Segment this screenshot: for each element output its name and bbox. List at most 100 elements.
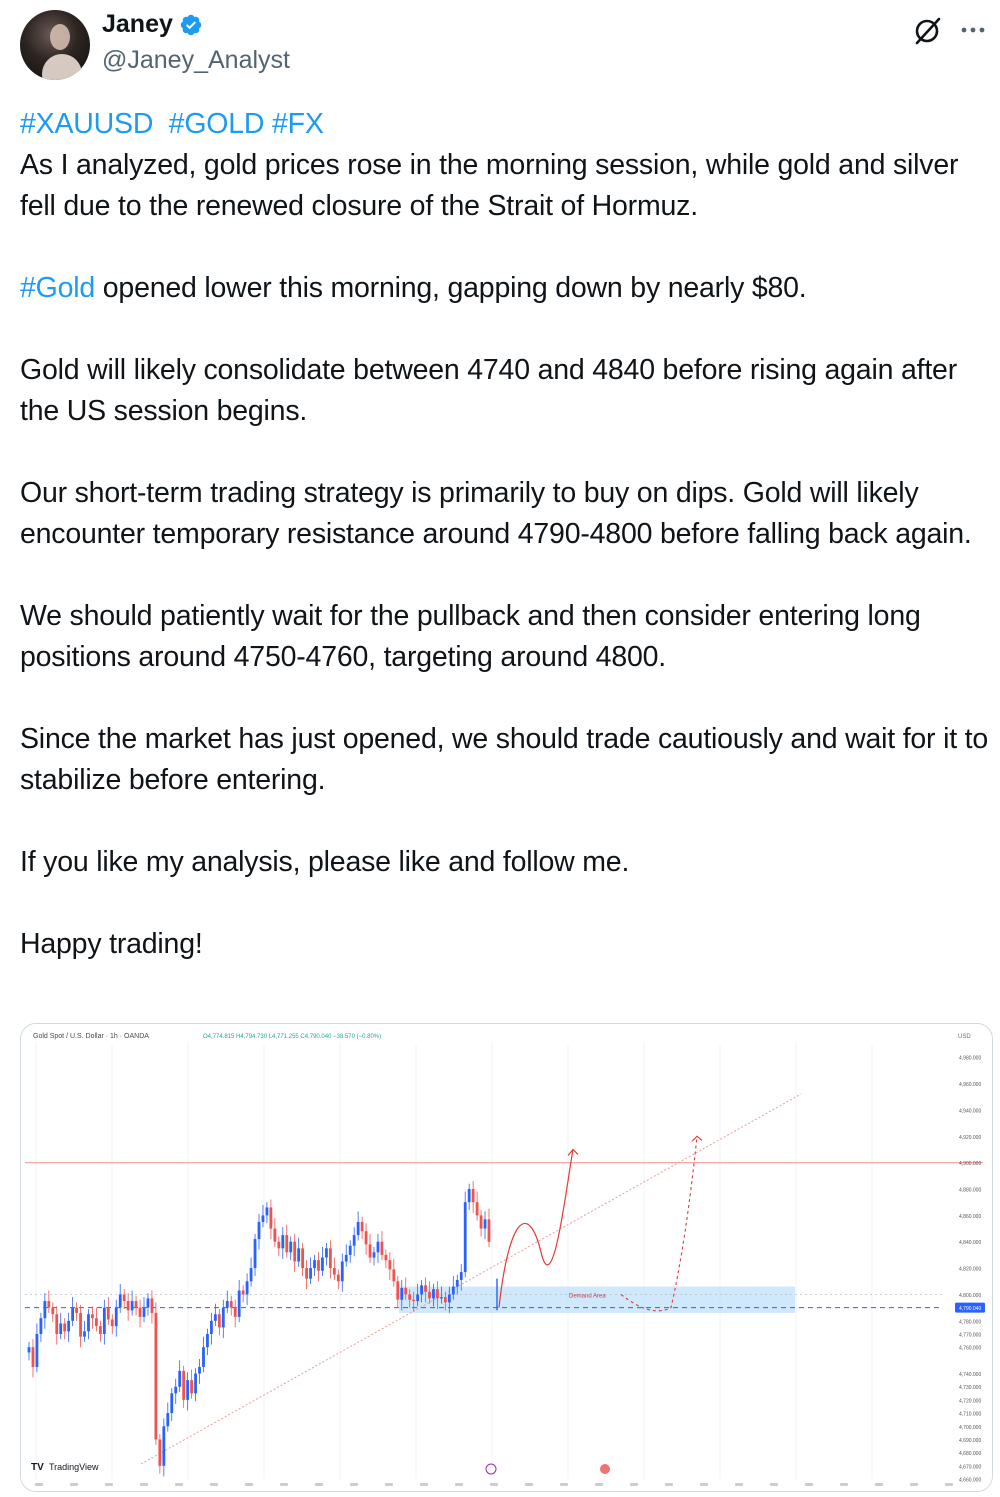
candle-body <box>225 1301 229 1308</box>
candle-body <box>289 1241 293 1253</box>
candle-body <box>305 1268 308 1279</box>
time-tick-mark <box>280 1483 288 1486</box>
candle-body <box>479 1215 483 1229</box>
candle-body <box>380 1241 384 1255</box>
time-tick-mark <box>910 1483 918 1486</box>
candle-body <box>344 1254 348 1262</box>
verified-badge-icon[interactable] <box>179 13 203 37</box>
demand-zone <box>399 1286 795 1313</box>
candle-body <box>467 1189 471 1203</box>
author-name[interactable]: Janey <box>102 10 173 39</box>
candle-body <box>198 1366 201 1374</box>
candle-body <box>424 1285 427 1292</box>
hashtag-fx[interactable]: #FX <box>272 108 324 140</box>
candle-body <box>325 1248 328 1258</box>
candle-body <box>91 1314 94 1319</box>
price-tick-label: 4,770.000 <box>959 1333 981 1339</box>
candle-body <box>257 1221 261 1240</box>
candle-body <box>253 1239 257 1269</box>
candle-body <box>150 1298 154 1313</box>
candle-body <box>455 1279 459 1287</box>
candle-body <box>432 1289 435 1299</box>
hashtag-xauusd[interactable]: #XAUUSD <box>20 108 153 140</box>
price-tick-label: 4,880.000 <box>959 1188 981 1194</box>
time-tick-mark <box>770 1483 778 1486</box>
candle-body <box>158 1439 162 1466</box>
time-tick-mark <box>630 1483 638 1486</box>
candle-body <box>281 1235 285 1249</box>
hashtag-gold-inline[interactable]: #Gold <box>20 272 95 304</box>
candle-body <box>71 1307 75 1321</box>
hashtag-gold[interactable]: #GOLD <box>169 108 265 140</box>
candle-body <box>182 1370 186 1400</box>
candle-body <box>31 1347 35 1367</box>
candle-body <box>475 1202 479 1216</box>
candle-body <box>166 1413 170 1427</box>
chart-ohlc: O4,774.815 H4,794.730 L4,771.255 C4,790.… <box>203 1034 381 1040</box>
avatar[interactable] <box>20 10 90 80</box>
price-tick-label: 4,820.000 <box>959 1267 981 1273</box>
flag-marker-icon <box>600 1464 610 1474</box>
time-tick-mark <box>455 1483 463 1486</box>
candle-body <box>285 1235 289 1253</box>
candle-body <box>408 1294 412 1300</box>
candle-body <box>459 1272 463 1280</box>
candle-body <box>332 1268 336 1275</box>
candle-body <box>59 1323 63 1334</box>
candle-body <box>451 1286 455 1295</box>
candle-body <box>114 1307 118 1327</box>
candle-body <box>51 1307 55 1315</box>
candle-body <box>106 1307 110 1320</box>
candle-body <box>336 1274 340 1282</box>
candle-body <box>388 1260 392 1270</box>
time-tick-mark <box>70 1483 78 1486</box>
candle-body <box>213 1314 217 1321</box>
candle-body <box>328 1248 332 1269</box>
candle-body <box>210 1320 213 1334</box>
time-tick-mark <box>420 1483 428 1486</box>
candle-body <box>297 1248 301 1262</box>
time-tick-mark <box>490 1483 498 1486</box>
candle-body <box>348 1245 352 1255</box>
candle-body <box>170 1393 174 1414</box>
more-icon[interactable] <box>958 16 988 44</box>
candle-body <box>404 1287 408 1295</box>
price-tick-label: 4,700.000 <box>959 1425 981 1431</box>
candle-body <box>372 1252 376 1258</box>
time-tick-mark <box>700 1483 708 1486</box>
author-handle[interactable]: @Janey_Analyst <box>102 46 290 75</box>
tweet-media-chart[interactable]: Gold Spot / U.S. Dollar · 1h · OANDA O4,… <box>20 1023 993 1492</box>
candle-body <box>138 1307 142 1317</box>
grok-icon[interactable] <box>912 14 944 46</box>
tradingview-watermark: TV TradingView <box>31 1462 99 1473</box>
candle-body <box>142 1307 146 1317</box>
candle-body <box>483 1219 487 1229</box>
hashtags-line: #XAUUSD #GOLD #FX <box>20 104 995 145</box>
tweet-header: Janey @Janey_Analyst <box>0 0 1000 96</box>
candle-body <box>102 1307 106 1334</box>
candle-body <box>178 1370 182 1387</box>
candle-body <box>79 1312 82 1337</box>
author-name-row: Janey <box>102 10 203 39</box>
price-tick-label: 4,920.000 <box>959 1135 981 1141</box>
candle-body <box>269 1207 273 1229</box>
candle-body <box>277 1241 281 1249</box>
candle-body <box>190 1380 193 1394</box>
candle-body <box>340 1261 344 1282</box>
candle-body <box>154 1312 158 1440</box>
price-tick-label: 4,670.000 <box>959 1464 981 1470</box>
candle-body <box>237 1290 241 1317</box>
price-tick-label: 4,720.000 <box>959 1398 981 1404</box>
candle-body <box>206 1334 209 1348</box>
time-tick-mark <box>210 1483 218 1486</box>
time-tick-mark <box>525 1483 533 1486</box>
time-tick-mark <box>945 1483 953 1486</box>
price-tick-label: 4,740.000 <box>959 1372 981 1378</box>
candle-body <box>265 1207 269 1216</box>
candle-body <box>217 1314 221 1328</box>
price-tick-label: 4,690.000 <box>959 1438 981 1444</box>
price-chart: Gold Spot / U.S. Dollar · 1h · OANDA O4,… <box>21 1024 992 1491</box>
